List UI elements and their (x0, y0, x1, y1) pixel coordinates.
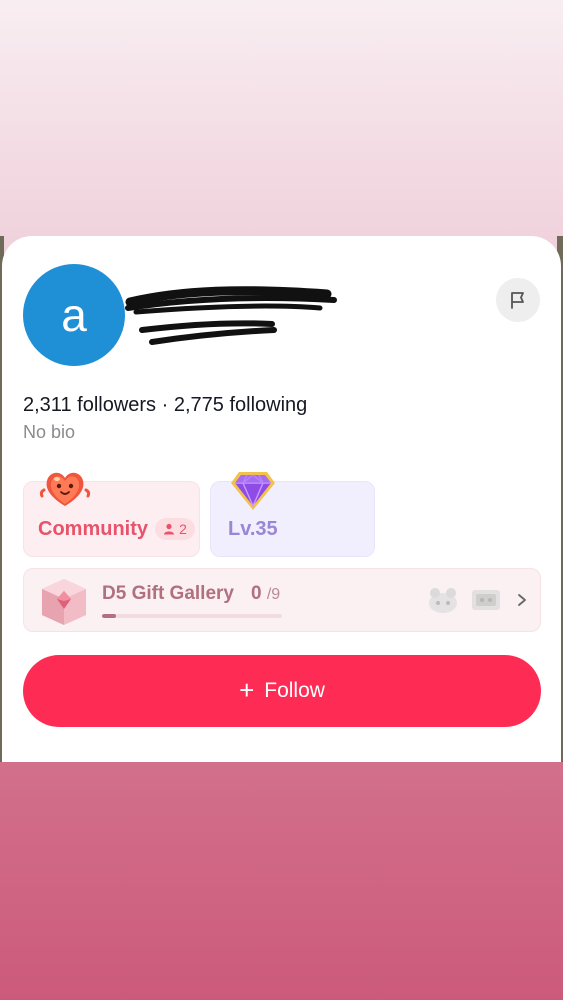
followers-count[interactable]: 2,311 (23, 394, 72, 416)
community-card[interactable]: Community 2 (23, 472, 200, 557)
community-label: Community (38, 518, 148, 540)
profile-sheet: a 2,311 followers · 2,775 following No b… (2, 236, 561, 762)
level-card[interactable]: Lv.35 (210, 472, 375, 557)
stats-separator: · (161, 394, 169, 416)
gallery-title: D5 Gift Gallery (102, 583, 234, 604)
gift-box-icon (42, 579, 86, 625)
chevron-right-icon (518, 594, 526, 606)
bio: No bio (23, 422, 76, 442)
redacted-name-scribble (125, 286, 337, 345)
gift-gallery-row[interactable]: D5 Gift Gallery 0 /9 (23, 568, 541, 632)
avatar[interactable]: a (23, 264, 125, 366)
gift-thumbnail-icon (429, 588, 457, 613)
avatar-letter: a (61, 289, 87, 341)
follow-label: Follow (264, 679, 325, 702)
heart-mascot-icon (39, 472, 91, 506)
gallery-progress-bar (102, 614, 282, 618)
following-label: following (229, 394, 308, 416)
community-member-number: 2 (179, 521, 187, 537)
follow-button[interactable]: + Follow (23, 655, 541, 727)
gallery-total: /9 (266, 586, 281, 603)
background-bottom (0, 762, 563, 1000)
gift-thumbnail-icon (472, 590, 500, 610)
diamond-icon (231, 472, 275, 510)
followers-label: followers (77, 394, 157, 416)
level-label: Lv.35 (228, 518, 278, 540)
person-icon (164, 523, 175, 535)
report-flag-icon (511, 292, 524, 309)
gallery-collected: 0 (251, 583, 262, 604)
follow-plus-icon: + (239, 675, 255, 705)
follow-stats: 2,311 followers · 2,775 following (23, 394, 307, 417)
background-top (0, 0, 563, 260)
following-count[interactable]: 2,775 (174, 394, 224, 416)
report-button[interactable] (496, 278, 540, 322)
gallery-count: 0 /9 (251, 583, 280, 605)
gallery-progress-fill (102, 614, 117, 618)
community-member-count: 2 (155, 518, 195, 540)
